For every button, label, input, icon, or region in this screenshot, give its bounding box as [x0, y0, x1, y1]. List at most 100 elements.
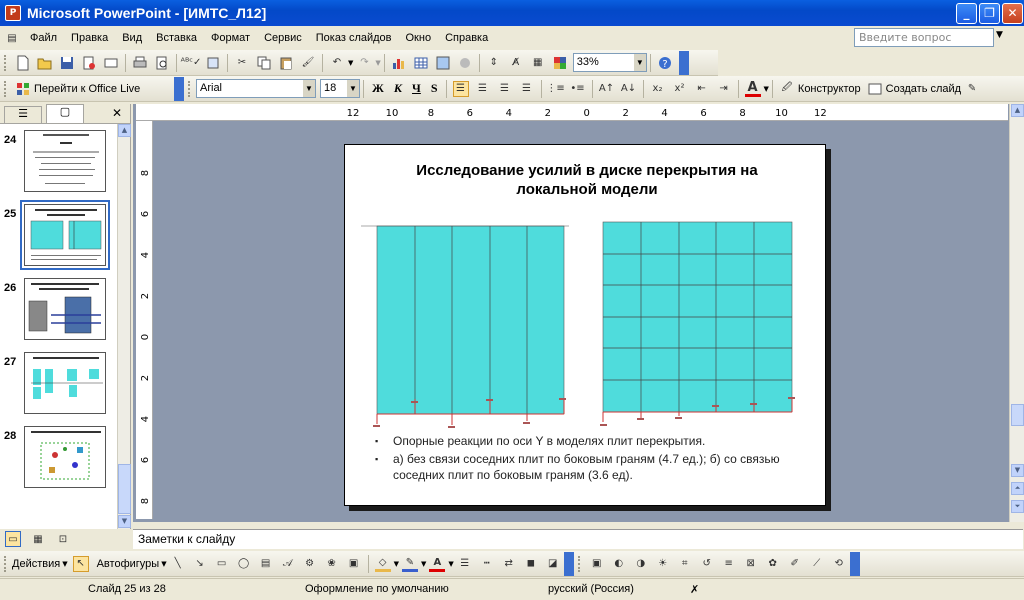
scroll-up-icon[interactable]: ▲ [118, 124, 131, 137]
new-slide-button[interactable]: Создать слайд [886, 83, 961, 95]
menu-tools[interactable]: Сервис [257, 32, 309, 44]
clipart-icon[interactable] [457, 55, 473, 71]
font-size-select[interactable]: 18 ▼ [320, 79, 360, 98]
justify-icon[interactable]: ☰ [519, 81, 535, 97]
brightness-icon[interactable]: ☀ [655, 556, 671, 572]
decrease-font-icon[interactable]: A↓ [621, 81, 637, 97]
next-slide-icon[interactable]: ⏷ [1011, 500, 1024, 513]
notes-pane[interactable]: Заметки к слайду [133, 529, 1023, 549]
ask-question-input[interactable]: Введите вопрос [854, 28, 994, 47]
oval-icon[interactable]: ◯ [236, 556, 252, 572]
slides-pane-scrollbar[interactable]: ▲ ▼ [117, 124, 131, 529]
crop-icon[interactable]: ⌗ [677, 556, 693, 572]
thumbnail-row[interactable]: 26 [0, 278, 118, 346]
tab-outline[interactable]: ☰ [4, 106, 42, 123]
align-center-icon[interactable]: ☰ [475, 81, 491, 97]
rectangle-icon[interactable]: ▭ [214, 556, 230, 572]
new-slide-icon[interactable] [867, 81, 883, 97]
open-icon[interactable] [37, 55, 53, 71]
scroll-thumb[interactable] [1011, 404, 1024, 426]
numbering-icon[interactable]: ⋮≡ [546, 81, 564, 97]
toolbar-options-icon[interactable] [174, 76, 184, 101]
permission-icon[interactable] [81, 55, 97, 71]
goto-office-live-label[interactable]: Перейти к Office Live [34, 83, 174, 95]
autoshapes-menu[interactable]: Автофигуры [97, 558, 160, 570]
superscript-icon[interactable]: x² [672, 81, 688, 97]
email-icon[interactable] [103, 55, 119, 71]
help-icon[interactable]: ? [657, 55, 673, 71]
bullets-icon[interactable]: •≡ [570, 81, 586, 97]
redo-icon[interactable]: ↷ [356, 55, 372, 71]
increase-indent-icon[interactable]: ⇥ [716, 81, 732, 97]
menu-view[interactable]: Вид [115, 32, 149, 44]
scroll-down-icon[interactable]: ▼ [118, 515, 131, 528]
font-select[interactable]: Arial ▼ [196, 79, 316, 98]
font-color-icon[interactable]: A [744, 80, 761, 97]
shadow-style-icon[interactable]: ◼ [523, 556, 539, 572]
menu-insert[interactable]: Вставка [149, 32, 204, 44]
doc-icon[interactable]: ▤ [4, 30, 20, 46]
slide-bullets[interactable]: Опорные реакции по оси Y в моделях плит … [373, 433, 813, 485]
toolbar-options-icon[interactable] [563, 551, 574, 576]
dash-style-icon[interactable]: ┅ [479, 556, 495, 572]
office-live-icon[interactable] [15, 81, 31, 97]
slide-title[interactable]: Исследование усилий в диске перекрытия н… [375, 161, 799, 199]
line-icon[interactable]: ╲ [170, 556, 186, 572]
designer-button[interactable]: Конструктор [798, 83, 861, 95]
picture-icon[interactable]: ▣ [346, 556, 362, 572]
new-icon[interactable] [15, 55, 31, 71]
align-left-icon[interactable]: ☰ [452, 80, 469, 97]
select-pointer-icon[interactable]: ↖ [72, 555, 89, 572]
reset-picture-icon[interactable]: ⟲ [831, 556, 847, 572]
spelling-icon[interactable]: ᴬᴮᶜ✓ [181, 55, 202, 71]
menu-help[interactable]: Справка [438, 32, 495, 44]
font-size-dropdown-icon[interactable]: ▼ [347, 80, 359, 97]
thumbnail-row[interactable]: 27 [0, 352, 118, 420]
tab-slides[interactable]: ▢ [46, 104, 84, 123]
copy-icon[interactable] [256, 55, 272, 71]
format-picture-icon[interactable]: ✐ [787, 556, 803, 572]
workarea-scrollbar[interactable]: ▲ ▼ ⏶ ⏷ [1009, 104, 1024, 522]
research-icon[interactable] [205, 55, 221, 71]
font-dropdown-icon[interactable]: ▼ [303, 80, 315, 97]
slide-thumbnail[interactable] [24, 426, 106, 488]
slide-thumbnail-selected[interactable] [20, 200, 110, 270]
grid-icon[interactable]: ▦ [530, 55, 546, 71]
print-icon[interactable] [132, 55, 148, 71]
scroll-up-icon[interactable]: ▲ [1011, 104, 1024, 117]
restore-button[interactable]: ❐ [979, 3, 1000, 24]
close-button[interactable]: ✕ [1002, 3, 1023, 24]
line-style-icon[interactable]: ☰ [457, 556, 473, 572]
menu-edit[interactable]: Правка [64, 32, 115, 44]
subscript-icon[interactable]: x₂ [650, 81, 666, 97]
draw-font-color-icon[interactable]: A [429, 556, 446, 572]
toolbar-options-icon[interactable] [849, 551, 860, 576]
shadow-button[interactable]: S [431, 81, 438, 96]
compress-icon[interactable]: ⊠ [743, 556, 759, 572]
contrast-icon[interactable]: ◑ [633, 556, 649, 572]
textbox-icon[interactable]: ▤ [258, 556, 274, 572]
increase-font-icon[interactable]: A↑ [599, 81, 615, 97]
zoom-dropdown-icon[interactable]: ▼ [633, 54, 646, 71]
save-icon[interactable] [59, 55, 75, 71]
current-slide[interactable]: Исследование усилий в диске перекрытия н… [344, 144, 826, 506]
recolor-icon[interactable]: ✿ [765, 556, 781, 572]
thumbnail-row[interactable]: 25 [0, 200, 118, 272]
thumbnail-row[interactable]: 28 [0, 426, 118, 494]
line-color-icon[interactable]: ✎ [401, 556, 418, 572]
underline-button[interactable]: Ч [412, 81, 421, 96]
thumbnail-row[interactable]: 24 [0, 130, 118, 198]
slide-thumbnail[interactable] [24, 278, 106, 340]
color-grayscale-icon[interactable] [552, 55, 568, 71]
prev-slide-icon[interactable]: ⏶ [1011, 482, 1024, 495]
menu-window[interactable]: Окно [399, 32, 439, 44]
normal-view-icon[interactable]: ▭ [5, 531, 21, 547]
menu-format[interactable]: Формат [204, 32, 257, 44]
3d-style-icon[interactable]: ◪ [545, 556, 561, 572]
slideshow-icon[interactable]: ⊡ [55, 531, 71, 547]
decrease-indent-icon[interactable]: ⇤ [694, 81, 710, 97]
scroll-down-icon[interactable]: ▼ [1011, 464, 1024, 477]
menu-file[interactable]: Файл [23, 32, 64, 44]
menu-slideshow[interactable]: Показ слайдов [309, 32, 399, 44]
arrow-icon[interactable]: ↘ [192, 556, 208, 572]
